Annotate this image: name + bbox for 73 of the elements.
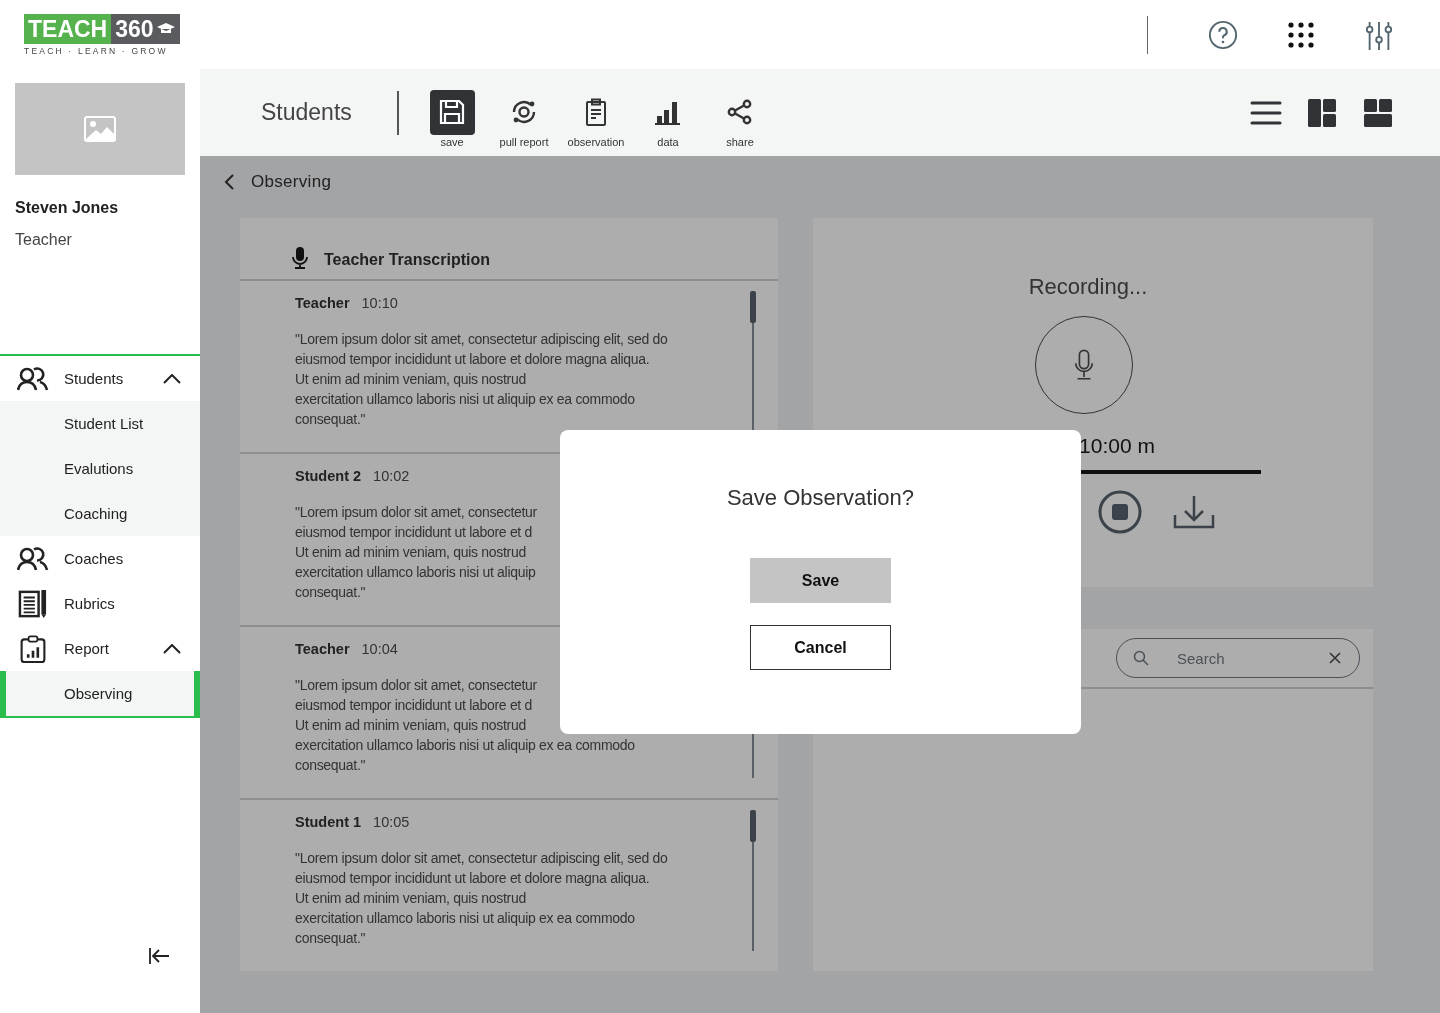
save-icon <box>438 98 466 126</box>
transcript-line: Ut enim ad minim veniam, quis nostrud <box>295 543 526 562</box>
people-icon <box>17 544 49 573</box>
transcript-line: eiusmod tempor incididunt ut labore et d <box>295 523 533 542</box>
transcript-line: "Lorem ipsum dolor sit amet, consectetur adipiscing elit, sed do <box>295 330 668 349</box>
save-button[interactable]: Save <box>750 558 891 603</box>
help-icon[interactable] <box>1208 19 1238 50</box>
nav-subitem[interactable]: Observing <box>0 671 200 716</box>
people-icon <box>17 364 49 393</box>
nav-subitem[interactable]: Student List <box>0 401 200 446</box>
nav-subitem[interactable]: Evalutions <box>0 446 200 491</box>
search-input[interactable]: Search <box>1175 648 1329 668</box>
entry-time: 10:02 <box>373 468 410 484</box>
transcript-line: eiusmod tempor incididunt ut labore et dolore magna aliqua. <box>295 350 650 369</box>
profile-name: Steven Jones <box>15 199 120 217</box>
page-title: Students <box>261 99 353 126</box>
transcript-line: Ut enim ad minim veniam, quis nostrud <box>295 889 526 908</box>
dialog-title: Save Observation? <box>726 485 915 511</box>
scrollbar[interactable] <box>750 291 756 432</box>
back-chevron-icon[interactable] <box>224 174 234 190</box>
transcript-line: consequat." <box>295 756 366 775</box>
split-layout-icon[interactable] <box>1306 98 1338 127</box>
transcript-line: exercitation ullamco laboris nisi ut aliquip ex ea commodo <box>295 390 635 409</box>
microphone-icon <box>292 247 308 269</box>
toolbar-action[interactable]: share <box>704 89 776 148</box>
recording-status: Recording... <box>1028 274 1148 300</box>
microphone-icon <box>1073 349 1095 381</box>
transcript-line: "Lorem ipsum dolor sit amet, consectetur <box>295 503 537 522</box>
speaker-name: Student 2 <box>295 468 362 484</box>
document-pencil-icon <box>17 589 49 618</box>
entry-time: 10:10 <box>361 295 398 311</box>
image-icon <box>84 116 116 142</box>
speaker-name: Teacher <box>295 641 350 657</box>
sliders-icon[interactable] <box>1364 19 1394 50</box>
transcript-line: "Lorem ipsum dolor sit amet, consectetur adipiscing elit, sed do <box>295 849 668 868</box>
entry-time: 10:04 <box>361 641 398 657</box>
toolbar-action[interactable]: pull report <box>488 89 560 148</box>
chevron-up-icon[interactable] <box>163 373 181 384</box>
transcript-line: eiusmod tempor incididunt ut labore et d <box>295 696 533 715</box>
profile-role: Teacher <box>15 231 73 249</box>
tile-layout-icon[interactable] <box>1362 98 1394 127</box>
chevron-up-icon[interactable] <box>163 643 181 654</box>
scrollbar[interactable] <box>750 810 756 951</box>
recording-timer: 10:00 m <box>1079 434 1155 458</box>
close-icon[interactable] <box>1329 652 1341 664</box>
toolbar-action[interactable]: data <box>632 89 704 148</box>
transcript-line: exercitation ullamco laboris nisi ut aliquip ex ea commodo <box>295 736 635 755</box>
logo: TEACH 360 TEACH · LEARN · GROW <box>24 13 180 56</box>
toolbar-action[interactable]: observation <box>560 89 632 148</box>
breadcrumb-title: Observing <box>251 172 332 192</box>
search-icon <box>1133 650 1149 666</box>
share-icon <box>726 98 754 126</box>
sync-circle-icon <box>510 98 538 126</box>
transcript-line: consequat." <box>295 583 366 602</box>
cancel-button[interactable]: Cancel <box>750 625 891 670</box>
transcript-line: eiusmod tempor incididunt ut labore et dolore magna aliqua. <box>295 869 650 888</box>
download-icon[interactable] <box>1172 495 1215 529</box>
transcription-title: Teacher Transcription <box>324 251 490 269</box>
transcript-line: exercitation ullamco laboris nisi ut aliquip <box>295 563 536 582</box>
transcript-line: consequat." <box>295 410 366 429</box>
entry-time: 10:05 <box>373 814 410 830</box>
speaker-name: Teacher <box>295 295 350 311</box>
transcript-line: Ut enim ad minim veniam, quis nostrud <box>295 716 526 735</box>
transcript-line: Ut enim ad minim veniam, quis nostrud <box>295 370 526 389</box>
transcript-line: "Lorem ipsum dolor sit amet, consectetur <box>295 676 537 695</box>
nav-subitem[interactable]: Coaching <box>0 491 200 536</box>
collapse-sidebar-icon[interactable] <box>148 947 170 965</box>
transcript-line: exercitation ullamco laboris nisi ut aliquip ex ea commodo <box>295 909 635 928</box>
speaker-name: Student 1 <box>295 814 362 830</box>
stop-icon[interactable] <box>1097 490 1142 534</box>
apps-grid-icon[interactable] <box>1286 19 1316 50</box>
transcript-line: consequat." <box>295 929 366 948</box>
toolbar-action[interactable]: save <box>416 89 488 148</box>
